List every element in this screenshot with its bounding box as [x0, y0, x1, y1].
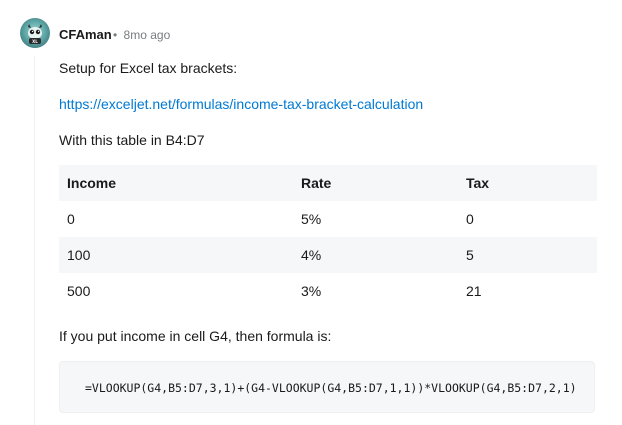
table-note-text: With this table in B4:D7	[59, 132, 205, 148]
table-cell: 0	[59, 201, 293, 237]
table-row: 500 3% 21	[59, 273, 597, 309]
table-cell: 3%	[293, 273, 458, 309]
table-header-income: Income	[59, 165, 293, 201]
tax-bracket-table: Income Rate Tax 0 5% 0 100 4% 5 500 3% 2…	[59, 165, 597, 309]
table-cell: 21	[458, 273, 597, 309]
meta-separator: •	[113, 28, 118, 42]
table-cell: 0	[458, 201, 597, 237]
avatar-robot-icon: XL	[28, 24, 42, 44]
intro-text: Setup for Excel tax brackets:	[59, 60, 238, 76]
table-cell: 5	[458, 237, 597, 273]
svg-text:XL: XL	[32, 39, 38, 44]
table-header-tax: Tax	[458, 165, 597, 201]
thread-line[interactable]	[34, 56, 35, 425]
link-paragraph: https://exceljet.net/formulas/income-tax…	[59, 94, 423, 114]
avatar[interactable]: XL	[20, 18, 50, 48]
exceljet-link[interactable]: https://exceljet.net/formulas/income-tax…	[59, 96, 423, 112]
formula-note-text: If you put income in cell G4, then formu…	[59, 328, 332, 344]
table-cell: 5%	[293, 201, 458, 237]
comment-meta: • 8mo ago	[113, 28, 170, 42]
table-cell: 500	[59, 273, 293, 309]
table-cell: 100	[59, 237, 293, 273]
table-row: 0 5% 0	[59, 201, 597, 237]
table-header-row: Income Rate Tax	[59, 165, 597, 201]
comment-author[interactable]: CFAman	[59, 27, 112, 42]
comment-age[interactable]: 8mo ago	[124, 28, 171, 42]
table-cell: 4%	[293, 237, 458, 273]
formula-code-block: =VLOOKUP(G4,B5:D7,3,1)+(G4-VLOOKUP(G4,B5…	[59, 361, 595, 413]
table-header-rate: Rate	[293, 165, 458, 201]
table-row: 100 4% 5	[59, 237, 597, 273]
